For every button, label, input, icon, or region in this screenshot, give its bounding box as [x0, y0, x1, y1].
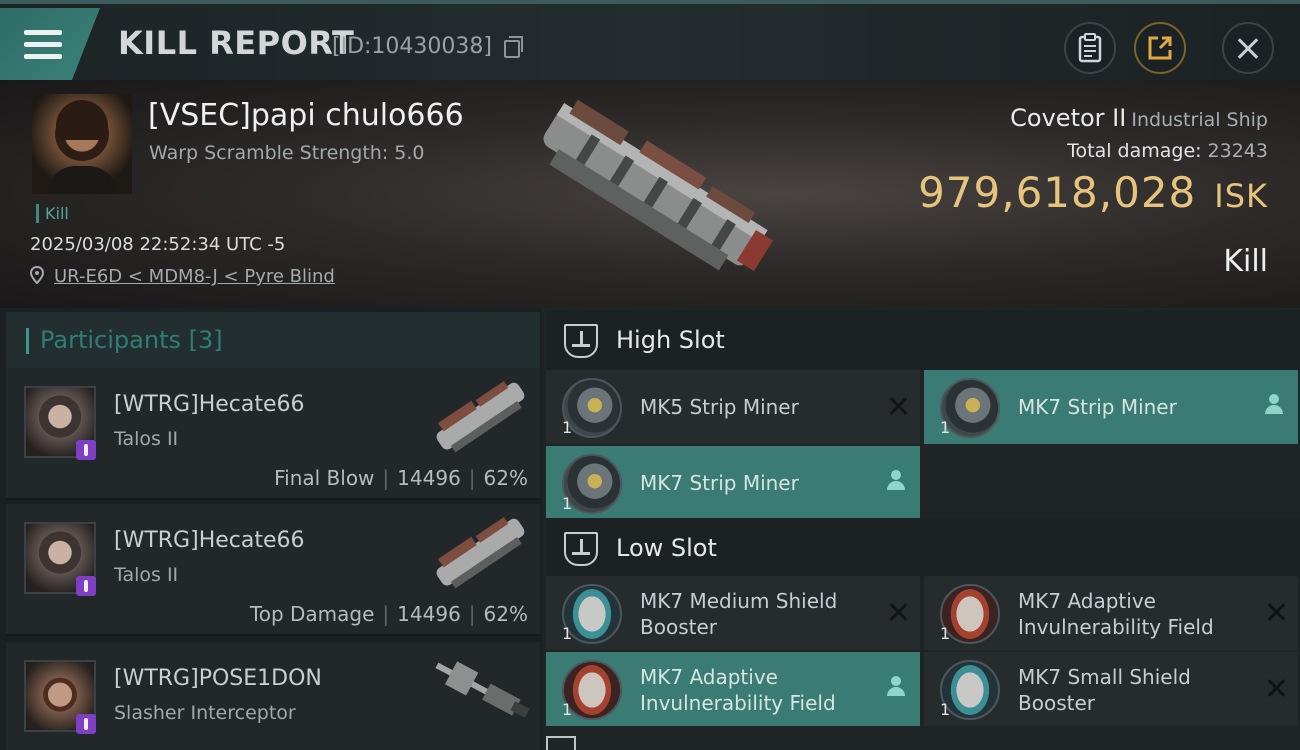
dropped-person-icon	[1264, 394, 1284, 416]
victim-banner: [VSEC]papi chulo666 Warp Scramble Streng…	[0, 80, 1300, 308]
kill-datetime: 2025/03/08 22:52:34 UTC -5	[30, 234, 286, 255]
participant-ship: Talos II	[114, 564, 179, 586]
participant-role: Final Blow	[274, 466, 375, 490]
location-pin-icon	[30, 266, 44, 284]
module-item[interactable]: 1 MK7 Strip Miner	[546, 446, 920, 520]
high-slot-header: High Slot	[546, 310, 1300, 370]
participants-panel: Participants [3] [WTRG]Hecate66 Talos II…	[0, 308, 542, 750]
participant-name: [WTRG]POSE1DON	[114, 666, 322, 691]
total-damage-label: Total damage:	[1067, 140, 1202, 162]
victim-ship-image	[543, 99, 773, 272]
location-link[interactable]: UR-E6D < MDM8-J < Pyre Blind	[54, 266, 335, 287]
module-qty: 1	[940, 418, 951, 437]
module-name: MK7 Strip Miner	[1018, 395, 1177, 419]
total-damage-value: 23243	[1207, 140, 1268, 162]
module-name: MK7 Small Shield Booster	[1018, 665, 1191, 715]
module-qty: 1	[562, 418, 573, 437]
participants-title: Participants [3]	[40, 326, 223, 354]
participant-stats: Top Damage | 14496 | 62%	[249, 602, 528, 626]
pilot-badge-icon	[76, 576, 96, 596]
low-slot-icon	[564, 532, 598, 566]
participant-card[interactable]: [WTRG]Hecate66 Talos II Final Blow | 14496…	[6, 368, 540, 500]
total-damage: Total damage: 23243	[1067, 140, 1268, 162]
participant-name: [WTRG]Hecate66	[114, 392, 305, 417]
module-item[interactable]: 1 MK7 Small Shield Booster	[924, 652, 1298, 726]
dropped-person-icon	[886, 470, 906, 492]
module-qty: 1	[562, 494, 573, 513]
kill-result: Kill	[1223, 244, 1268, 279]
participant-ship-image	[435, 661, 530, 718]
victim-name[interactable]: [VSEC]papi chulo666	[148, 98, 464, 133]
victim-ship-class: Industrial Ship	[1131, 109, 1268, 131]
kill-tag: Kill	[36, 204, 69, 223]
participant-percent: 62%	[483, 602, 528, 626]
module-item[interactable]: 1 MK7 Adaptive Invulnerability Field	[924, 576, 1298, 650]
participant-card[interactable]: [WTRG]Hecate66 Talos II Top Damage | 14496…	[6, 504, 540, 636]
destroyed-icon	[888, 396, 908, 416]
dropped-person-icon	[886, 676, 906, 698]
participant-damage: 14496	[397, 602, 461, 626]
high-slot-icon	[564, 324, 598, 358]
hamburger-menu-icon	[24, 30, 62, 60]
clipboard-button[interactable]	[1064, 22, 1116, 74]
participant-name: [WTRG]Hecate66	[114, 528, 305, 553]
victim-ship-info: Covetor II Industrial Ship	[1010, 104, 1268, 132]
participant-percent: 62%	[483, 466, 528, 490]
participant-damage: 14496	[397, 466, 461, 490]
top-bar: KILL REPORT [ID:10430038]	[0, 0, 1300, 80]
destroyed-icon	[888, 602, 908, 622]
pilot-badge-icon	[76, 714, 96, 734]
pilot-badge-icon	[76, 440, 96, 460]
participant-ship: Talos II	[114, 428, 179, 450]
page-title: KILL REPORT	[118, 24, 355, 62]
module-name: MK7 Strip Miner	[640, 471, 799, 495]
module-qty: 1	[562, 700, 573, 719]
participant-ship: Slasher Interceptor	[114, 702, 296, 724]
module-item[interactable]: 1 MK7 Medium Shield Booster	[546, 576, 920, 650]
victim-portrait[interactable]	[32, 94, 132, 194]
fitting-panel: High Slot 1 MK5 Strip Miner 1 MK7 Strip …	[542, 308, 1300, 750]
isk-amount: 979,618,028	[918, 168, 1197, 217]
share-button[interactable]	[1134, 22, 1186, 74]
close-button[interactable]	[1222, 22, 1274, 74]
participants-header: Participants [3]	[6, 312, 540, 368]
module-qty: 1	[940, 624, 951, 643]
share-icon	[1148, 36, 1172, 60]
module-item[interactable]: 1 MK7 Strip Miner	[924, 370, 1298, 444]
low-slot-label: Low Slot	[616, 534, 717, 562]
menu-button[interactable]	[0, 8, 100, 80]
low-slot-header: Low Slot	[546, 518, 1300, 578]
module-name: MK7 Medium Shield Booster	[640, 589, 838, 639]
module-qty: 1	[562, 624, 573, 643]
module-name: MK7 Adaptive Invulnerability Field	[640, 665, 836, 715]
participant-ship-image	[436, 381, 525, 453]
copy-icon[interactable]	[504, 36, 523, 58]
module-qty: 1	[940, 700, 951, 719]
module-name: MK5 Strip Miner	[640, 395, 799, 419]
warp-scramble-strength: Warp Scramble Strength: 5.0	[149, 142, 425, 164]
participant-ship-image	[436, 517, 525, 589]
participant-stats: Final Blow | 14496 | 62%	[274, 466, 528, 490]
module-name: MK7 Adaptive Invulnerability Field	[1018, 589, 1214, 639]
destroyed-icon	[1266, 678, 1286, 698]
clipboard-icon	[1078, 33, 1102, 63]
isk-value: 979,618,028 ISK	[918, 168, 1268, 217]
module-item[interactable]: 1 MK7 Adaptive Invulnerability Field	[546, 652, 920, 726]
victim-ship-name[interactable]: Covetor II	[1010, 104, 1126, 132]
participant-role: Top Damage	[249, 602, 375, 626]
destroyed-icon	[1266, 602, 1286, 622]
isk-unit: ISK	[1214, 177, 1268, 215]
module-item[interactable]: 1 MK5 Strip Miner	[546, 370, 920, 444]
next-slot-icon	[546, 736, 576, 750]
high-slot-label: High Slot	[616, 326, 725, 354]
participant-card[interactable]: [WTRG]POSE1DON Slasher Interceptor	[6, 642, 540, 750]
report-id: [ID:10430038]	[332, 34, 492, 59]
